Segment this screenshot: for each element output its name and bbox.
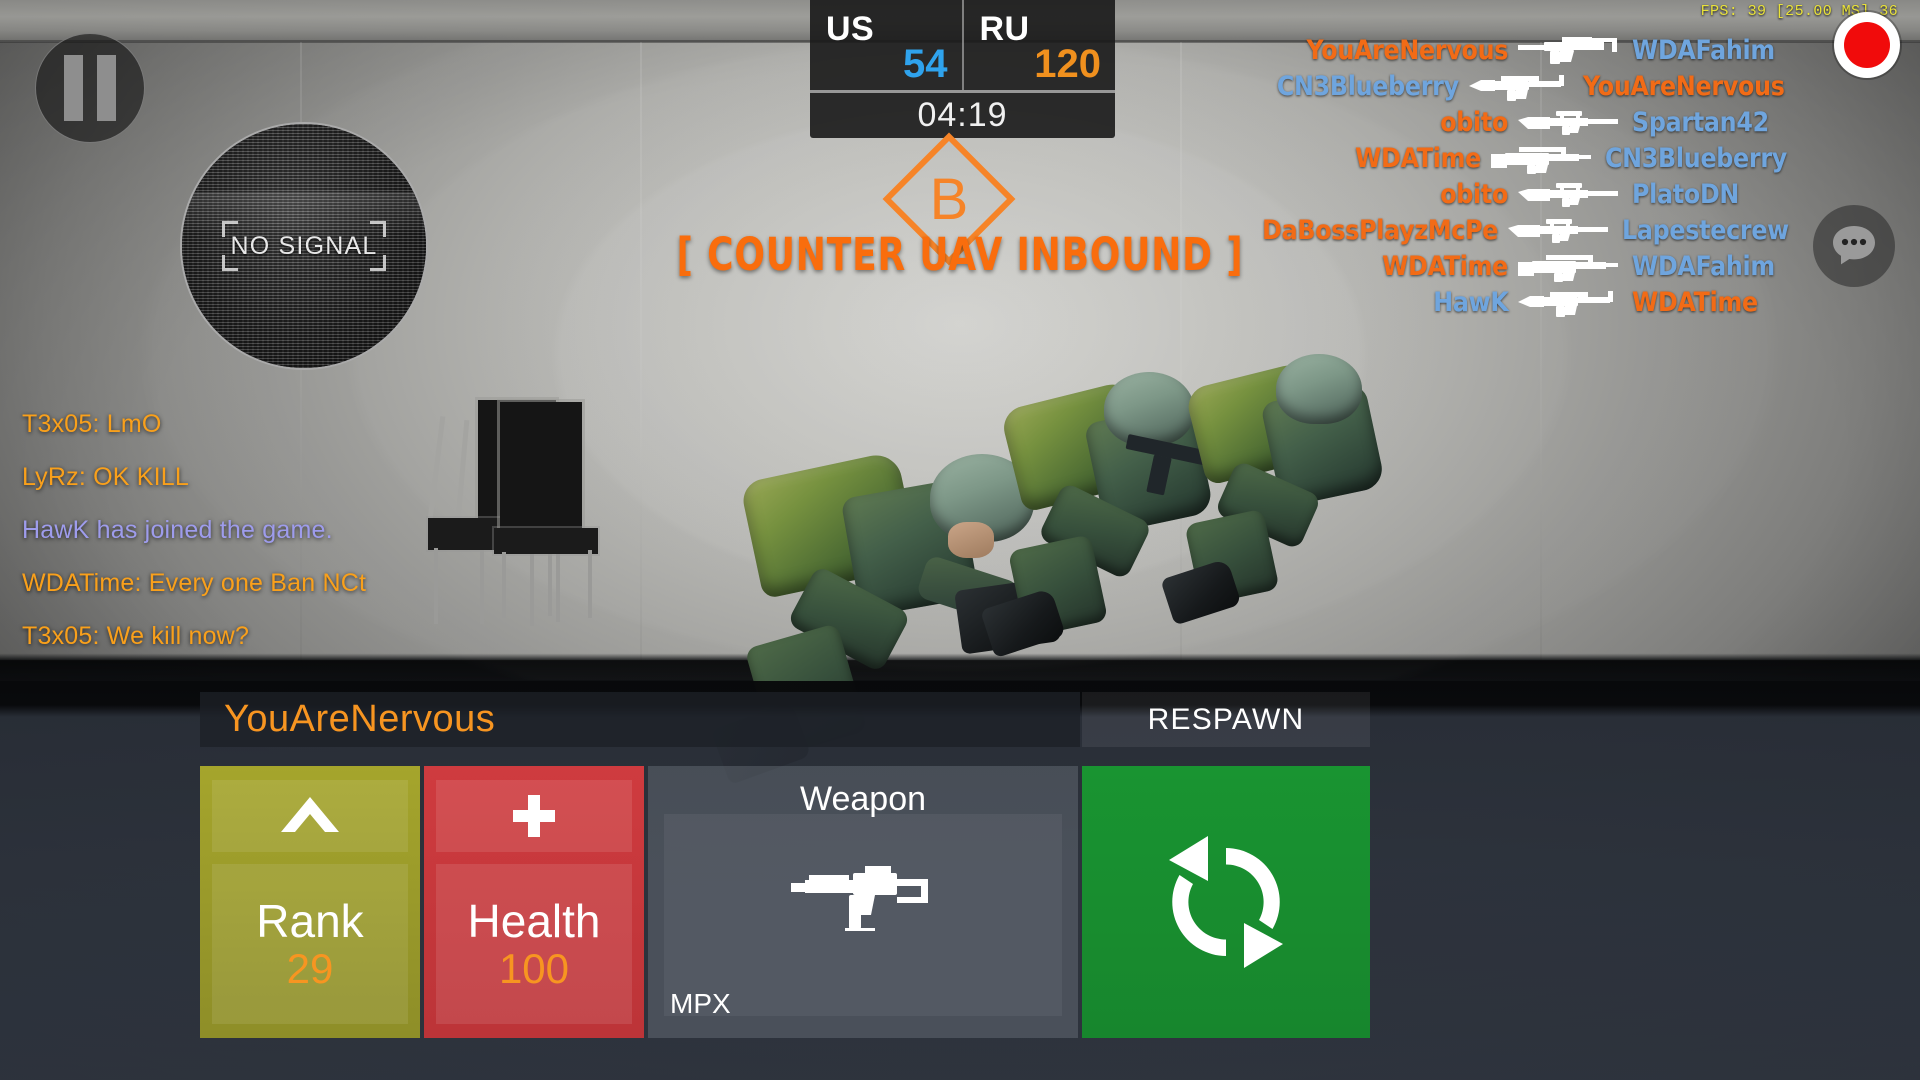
chevron-rank-icon [281,797,339,832]
kill-feed-row: CN3Blueberry YouAreNervous [1230,70,1812,103]
kill-feed-row: obito Spartan42 [1230,106,1812,139]
kill-feed-row: obito PlatoDN [1230,178,1812,211]
rifle-m4-icon [1465,72,1577,102]
kill-feed-killer: CN3Blueberry [1276,71,1459,102]
kill-feed-row: WDATime CN3Blueberry [1230,142,1812,175]
chat-bubble-icon [1833,226,1875,265]
team-score-value-ru: 120 [1034,42,1101,86]
team-tag-ru: RU [979,10,1030,48]
pause-button[interactable] [35,33,145,143]
match-timer: 04:19 [917,96,1008,134]
kill-feed-victim: YouAreNervous [1582,71,1785,102]
kill-feed-row: YouAreNervous WDAFahim [1230,34,1812,67]
kill-feed-victim: Spartan42 [1632,107,1769,138]
player-name-bar: YouAreNervous [200,692,1080,747]
chat-line: T3x05: LmO [22,410,162,438]
team-tag-us: US [826,10,875,48]
respawn-button[interactable] [1082,766,1370,1038]
match-timer-row: 04:19 [810,93,1115,138]
soldier-character [1160,348,1410,628]
kill-feed-killer: WDATime [1355,143,1482,174]
kill-feed-killer: HawK [1432,287,1508,318]
pause-icon-bar-right [97,55,116,121]
sniper-bolt-icon [1514,180,1626,210]
health-icon-box [436,780,632,852]
rank-value: 29 [286,945,334,993]
player-stat-panels: Rank 29 Health 100 Weapon MPX [200,766,1370,1038]
medical-cross-icon [513,795,555,837]
score-row: US 54 RU 120 [810,0,1115,90]
record-button[interactable] [1834,12,1900,78]
sniper-bolt-icon [1514,108,1626,138]
health-value: 100 [498,945,570,993]
refresh-cycle-icon [1169,836,1283,968]
respawn-label: RESPAWN [1147,702,1305,736]
wall-seam [640,42,642,662]
weapon-name: MPX [670,988,731,1019]
weapon-panel[interactable]: Weapon MPX [648,766,1078,1038]
chat-log: T3x05: LmO LyRz: OK KILL HawK has joined t… [22,410,622,651]
rifle-scar-icon [1487,144,1599,174]
player-name: YouAreNervous [224,698,496,740]
chat-line: T3x05: We kill now? [22,622,250,650]
rank-body-box: Rank 29 [212,864,408,1024]
chat-line: WDATime: Every one Ban NCt [22,569,367,597]
chat-line: HawK has joined the game. [22,516,333,544]
smg-mpx-icon [787,860,939,934]
kill-feed-victim: WDATime [1632,287,1758,318]
team-score-us: US 54 [810,0,962,90]
kill-feed-killer: YouAreNervous [1306,35,1508,66]
rank-panel[interactable]: Rank 29 [200,766,420,1038]
kill-feed-killer: obito [1440,107,1508,138]
kill-feed-killer: obito [1440,179,1508,210]
health-label: Health [467,894,601,947]
kill-feed-victim: CN3Blueberry [1605,143,1788,174]
team-score-value-us: 54 [903,42,948,86]
chat-line: LyRz: OK KILL [22,463,190,491]
kill-feed-victim: WDAFahim [1632,35,1775,66]
health-panel[interactable]: Health 100 [424,766,644,1038]
rank-icon-box [212,780,408,852]
health-body-box: Health 100 [436,864,632,1024]
kill-feed-row: HawK WDATime [1230,286,1812,319]
kill-feed-victim: PlatoDN [1632,179,1740,210]
team-score-ru: RU 120 [961,0,1116,90]
record-dot-icon [1844,22,1890,68]
scoreboard: US 54 RU 120 04:19 [810,0,1115,138]
chat-button[interactable] [1813,205,1895,287]
smg-mpx-icon [1514,36,1626,66]
counter-uav-banner: [ COUNTER UAV INBOUND ] [676,228,1244,281]
rifle-m4-icon [1514,288,1626,318]
respawn-label-strip: RESPAWN [1082,692,1370,747]
weapon-title: Weapon [799,780,927,818]
pause-icon-bar-left [64,55,83,121]
rank-label: Rank [256,894,364,947]
